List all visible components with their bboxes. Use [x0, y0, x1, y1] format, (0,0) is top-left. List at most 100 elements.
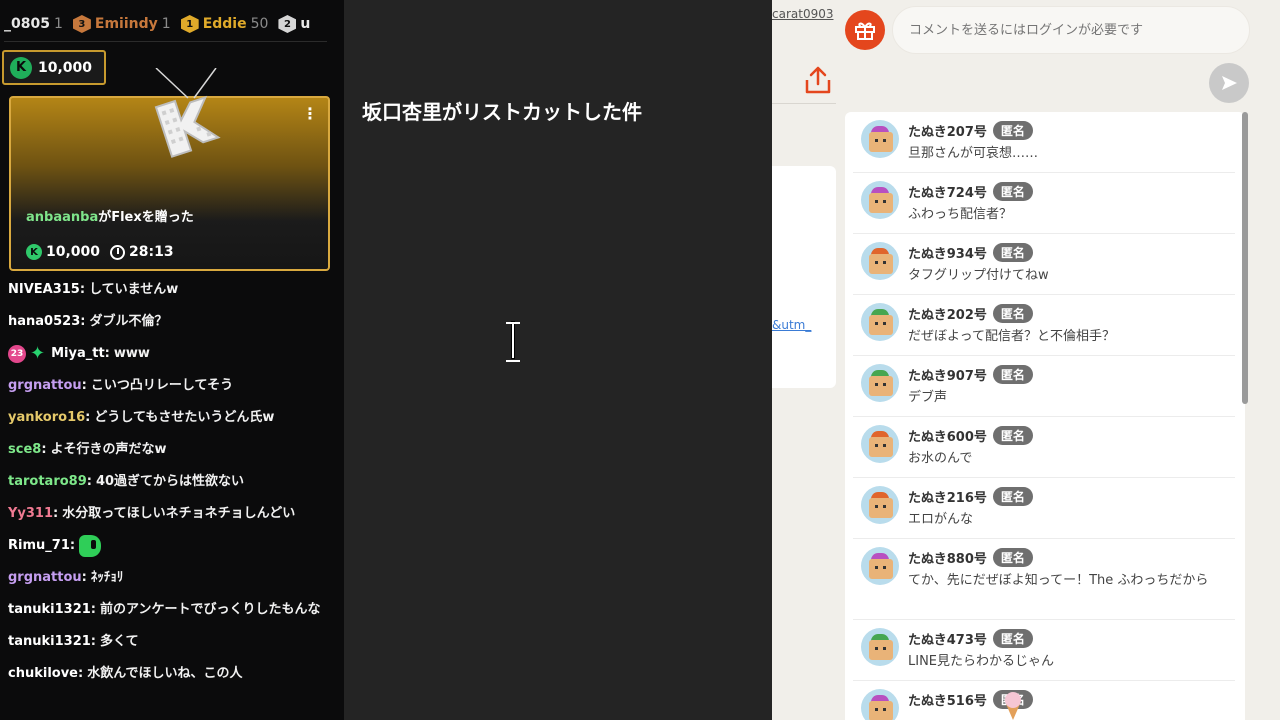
chat-separator: :: [104, 346, 110, 361]
comment-section: carat0903 &utm_ たぬき207号匿名旦那さんが可哀想……たぬき72…: [772, 0, 1280, 720]
chat-message: 23 ✦ Miya_tt: www: [8, 343, 338, 365]
leaderboard-name: Emiindy: [94, 16, 158, 32]
text-cursor-icon: [504, 322, 522, 362]
comment-item: たぬき202号 匿名 だぜぼよって配信者？と不倫相手？: [853, 295, 1235, 356]
stream-title: 坂口杏里がリストカットした件: [362, 100, 642, 124]
chat-text: 水飲んでほしいね、この人: [87, 666, 243, 681]
chat-message: grgnattou: こいつ凸リレーしてそう: [8, 375, 338, 397]
chat-text: していませんw: [89, 282, 179, 297]
anonymous-badge: 匿名: [992, 426, 1033, 445]
comment-item: たぬき724号 匿名 ふわっち配信者？: [853, 173, 1235, 234]
chat-messages: NIVEA315: していませんw hana0523: ダブル不倫？ 23 ✦ Miya_t…: [8, 279, 338, 695]
chat-text: ダブル不倫？: [89, 314, 168, 329]
chat-username[interactable]: tanuki1321: [8, 599, 91, 621]
chat-username[interactable]: Miya_tt: [51, 343, 105, 365]
tanuki-avatar-icon: [861, 364, 899, 402]
comment-item: たぬき907号 匿名 デブ声: [853, 356, 1235, 417]
leaderboard-entry[interactable]: 3 Emiindy 1: [72, 15, 171, 33]
gift-box-icon[interactable]: [845, 10, 885, 50]
anonymous-badge: 匿名: [992, 487, 1033, 506]
chat-username[interactable]: Yy311: [8, 503, 53, 525]
comment-item: たぬき880号 匿名てか、先にだぜぼよ知ってー！The ふわっちだから: [853, 539, 1235, 620]
chat-message: chukilove: 水飲んでほしいね、この人: [8, 663, 338, 685]
leaderboard-name: Eddie: [202, 16, 247, 32]
send-icon[interactable]: [1209, 63, 1249, 103]
chat-text: www: [113, 346, 150, 361]
rank-badge-icon: 1: [180, 15, 199, 33]
comment-text: お水のんで: [908, 451, 973, 466]
chat-username[interactable]: tanuki1321: [8, 631, 91, 653]
leaderboard-entry[interactable]: 1 Eddie 50: [180, 15, 268, 33]
leaderboard: _0805 1 3 Emiindy 1 1 Eddie 50 2 u: [0, 10, 344, 38]
gift-sender[interactable]: anbaanba: [26, 210, 98, 225]
comment-author-name: たぬき473号: [908, 633, 987, 648]
chat-message: grgnattou: ﾈｯﾁｮﾘ: [8, 567, 338, 589]
anonymous-badge: 匿名: [992, 629, 1033, 648]
comment-item: たぬき207号 匿名 旦那さんが可哀想……: [853, 112, 1235, 173]
leaderboard-name: _0805: [4, 16, 50, 32]
comment-author: たぬき907号 匿名: [908, 365, 1033, 384]
chat-username[interactable]: sce8: [8, 439, 41, 461]
chat-text: よそ行きの声だなw: [50, 442, 167, 457]
comment-text: エロがんな: [908, 512, 974, 527]
url-link[interactable]: carat0903: [772, 7, 833, 21]
comment-author-name: たぬき880号: [908, 552, 987, 567]
share-icon[interactable]: [802, 64, 834, 96]
tanuki-avatar-icon: [861, 242, 899, 280]
tanuki-avatar-icon: [861, 425, 899, 463]
comment-text: LINE見たらわかるじゃん: [908, 654, 1055, 669]
chat-username[interactable]: tarotaro89: [8, 471, 87, 493]
leaderboard-entry[interactable]: 2u: [278, 15, 310, 33]
chat-separator: :: [90, 602, 96, 617]
comment-author: たぬき207号 匿名: [908, 121, 1033, 140]
gift-card: ⋮ anbaanbaがFlexを贈った K 10,000 28:13: [9, 68, 330, 271]
emote-icon: [79, 535, 102, 557]
chat-username[interactable]: Rimu_71: [8, 535, 70, 557]
comment-list: たぬき207号 匿名 旦那さんが可哀想…… たぬき724号 匿名 ふわっち配信者？ たぬき9…: [845, 112, 1245, 720]
comment-item: たぬき600号 匿名お水のんで: [853, 417, 1235, 478]
comment-author-name: たぬき216号: [908, 491, 987, 506]
gift-stats: K 10,000 28:13: [26, 244, 174, 260]
more-options-icon[interactable]: ⋮: [302, 106, 318, 122]
comment-author-name: たぬき202号: [908, 308, 987, 323]
comment-author-name: たぬき600号: [908, 430, 987, 445]
comment-item: たぬき473号 匿名 LINE見たらわかるじゃん: [853, 620, 1235, 681]
tanuki-avatar-icon: [861, 689, 899, 720]
rank-badge-icon: 2: [278, 15, 297, 33]
coin-value: 10,000: [38, 59, 93, 76]
coin-badge[interactable]: K 10,000: [2, 50, 106, 85]
leaderboard-count: 1: [53, 16, 63, 32]
comment-item: たぬき934号 匿名 タフグリップ付けてねw: [853, 234, 1235, 295]
chat-separator: :: [80, 314, 86, 329]
comment-scrollbar[interactable]: [1242, 112, 1248, 404]
leaderboard-entry[interactable]: _0805 1: [4, 16, 63, 32]
chat-username[interactable]: NIVEA315: [8, 279, 80, 301]
chat-username[interactable]: grgnattou: [8, 375, 82, 397]
comment-author: たぬき934号 匿名: [908, 243, 1033, 262]
chat-separator: :: [85, 410, 91, 425]
chat-text: 水分取ってほしいネチョネチョしんどい: [62, 506, 296, 521]
comment-input[interactable]: [892, 6, 1250, 54]
chat-username[interactable]: hana0523: [8, 311, 80, 333]
comment-author: たぬき473号 匿名: [908, 629, 1033, 648]
chat-message: NIVEA315: していませんw: [8, 279, 338, 301]
chat-username[interactable]: yankoro16: [8, 407, 85, 429]
chat-separator: :: [53, 506, 59, 521]
anonymous-badge: 匿名: [992, 548, 1033, 567]
chat-username[interactable]: grgnattou: [8, 567, 82, 589]
link-preview-card[interactable]: [772, 166, 836, 388]
tanuki-avatar-icon: [861, 486, 899, 524]
subscriber-badge-icon: 23: [8, 345, 26, 363]
chat-separator: :: [86, 474, 92, 489]
comment-author-name: たぬき516号: [908, 694, 987, 709]
chat-separator: :: [81, 570, 87, 585]
chat-message: tanuki1321: 多くて: [8, 631, 338, 653]
chat-message: Yy311: 水分取ってほしいネチョネチョしんどい: [8, 503, 338, 525]
chat-username[interactable]: chukilove: [8, 663, 78, 685]
comment-item: たぬき516号匿名: [853, 681, 1235, 720]
anonymous-badge: 匿名: [992, 365, 1033, 384]
utm-link[interactable]: &utm_: [772, 318, 811, 332]
leaderboard-name: u: [300, 16, 311, 32]
chat-message: tarotaro89:40過ぎてからは性欲ない: [8, 471, 338, 493]
comment-text: てか、先にだぜぼよ知ってー！The ふわっちだから: [908, 573, 1209, 588]
